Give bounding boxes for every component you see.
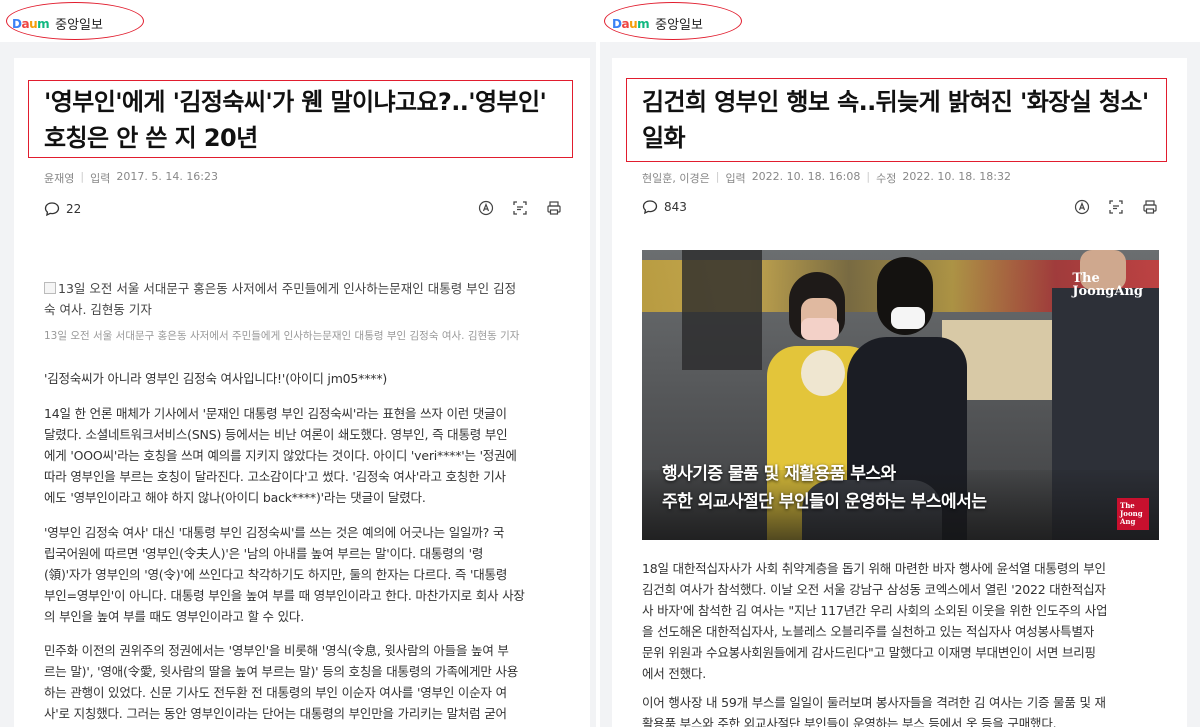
date: 2017. 5. 14. 16:23 xyxy=(116,170,219,183)
photo-overlay-text: 행사기증 물품 및 재활용품 부스와 주한 외교사절단 부인들이 운영하는 부스… xyxy=(662,460,987,516)
broken-image-alt: 13일 오전 서울 서대문구 홍은동 사저에서 주민들에게 인사하는문재인 대통… xyxy=(44,278,564,320)
comment-count: 843 xyxy=(664,200,687,214)
article-headline: 김건희 영부인 행보 속..뒤늦게 밝혀진 '화장실 청소' 일화 xyxy=(642,84,1172,156)
date: 2022. 10. 18. 16:08 xyxy=(751,170,861,183)
summary-icon[interactable] xyxy=(1108,199,1124,215)
paragraph-line: 르는 말)', '영애(令愛, 윗사람의 딸을 높여 부르는 말)' 등의 호칭… xyxy=(44,664,519,679)
headline-line: '영부인'에게 '김정숙씨'가 웬 말이냐고요?..'영부인' xyxy=(44,88,547,116)
paragraph-line: 14일 한 언론 매체가 기사에서 '문재인 대통령 부인 김정숙씨'라는 표현… xyxy=(44,406,507,421)
image-alt-line: 숙 여사. 김현동 기자 xyxy=(44,302,152,317)
article-paragraph-1: 18일 대한적십자사가 사회 취약계층을 돕기 위해 마련한 바자 행사에 윤석… xyxy=(642,558,1162,684)
author: 윤재영 xyxy=(44,172,75,185)
highlight-oval xyxy=(604,2,742,40)
translate-icon[interactable] xyxy=(478,200,494,216)
paragraph-line: 활용품 부스와 주한 외교사절단 부인들이 운영하는 부스 등에서 옷 등을 구… xyxy=(642,716,1057,727)
comment-button[interactable]: 843 xyxy=(642,199,687,215)
date-label: 입력 xyxy=(90,172,111,185)
paragraph-line: 사 바자'에 참석한 김 여사는 "지난 117년간 우리 사회의 소외된 이웃… xyxy=(642,603,1108,618)
paragraph-line: 문위 위원과 수요봉사회원들에게 감사드린다"고 말했다고 이재명 부대변인이 … xyxy=(642,645,1096,660)
modified-date: 2022. 10. 18. 18:32 xyxy=(902,170,1011,183)
paragraph-line: 부인=영부인'이 아니다. 대통령 부인을 높여 부를 때 영부인이라고 한다.… xyxy=(44,588,525,603)
paragraph-line: 사'로 지칭했다. 그러는 동안 영부인이라는 단어는 대통령의 부인만을 가리… xyxy=(44,706,507,721)
article-quote: '김정숙씨가 아니라 영부인 김정숙 여사입니다!'(아이디 jm05****) xyxy=(44,371,388,386)
overlay-line: 행사기증 물품 및 재활용품 부스와 xyxy=(662,464,896,484)
left-topbar: Daum 중앙일보 xyxy=(0,0,596,42)
article-paragraph-1: 14일 한 언론 매체가 기사에서 '문재인 대통령 부인 김정숙씨'라는 표현… xyxy=(44,403,564,508)
modified-label: 수정 xyxy=(876,172,897,185)
paragraph-line: 에도 '영부인이라고 해야 하지 않나(아이디 back****)'라는 댓글이… xyxy=(44,490,426,505)
headline-line: 김건희 영부인 행보 속..뒤늦게 밝혀진 '화장실 청소' xyxy=(642,88,1149,116)
paragraph-line: 에게 'OOO씨'라는 호칭을 쓰며 예의를 지키지 않았다는 것이다. 아이디… xyxy=(44,448,517,463)
meta-separator: | xyxy=(80,170,85,183)
authors: 현일훈, 이경은 xyxy=(642,172,710,185)
comment-icon xyxy=(44,202,60,217)
joongang-watermark: The JoongAng xyxy=(1072,271,1143,299)
comment-button[interactable]: 22 xyxy=(44,201,81,217)
image-caption: 13일 오전 서울 서대문구 홍은동 사저에서 주민들에게 인사하는문재인 대통… xyxy=(44,330,520,342)
article-meta: 현일훈, 이경은 | 입력 2022. 10. 18. 16:08 | 수정 2… xyxy=(642,170,1011,186)
photo-background-people xyxy=(682,250,762,370)
paragraph-line: 18일 대한적십자사가 사회 취약계층을 돕기 위해 마련한 바자 행사에 윤석… xyxy=(642,561,1106,576)
image-alt-line: 13일 오전 서울 서대문구 홍은동 사저에서 주민들에게 인사하는문재인 대통… xyxy=(58,281,517,296)
joongang-logo-badge: The Joong Ang xyxy=(1117,498,1149,530)
article-paragraph-3: 민주화 이전의 권위주의 정권에서는 '영부인'을 비롯해 '영식(令息, 윗사… xyxy=(44,640,564,724)
article-meta: 윤재영 | 입력 2017. 5. 14. 16:23 xyxy=(44,170,218,186)
paragraph-line: 이어 행사장 내 59개 부스를 일일이 둘러보며 봉사자들을 격려한 김 여사… xyxy=(642,695,1106,710)
paragraph-line: 김건희 여사가 참석했다. 이날 오전 서울 강남구 삼성동 코엑스에서 열린 … xyxy=(642,582,1106,597)
broken-image-icon xyxy=(44,282,56,294)
panel-divider xyxy=(596,0,600,727)
paragraph-line: '영부인 김정숙 여사' 대신 '대통령 부인 김정숙씨'를 쓰는 것은 예의에… xyxy=(44,525,505,540)
article-paragraph-2: 이어 행사장 내 59개 부스를 일일이 둘러보며 봉사자들을 격려한 김 여사… xyxy=(642,692,1162,727)
article-headline: '영부인'에게 '김정숙씨'가 웬 말이냐고요?..'영부인' 호칭은 안 쓴 … xyxy=(44,84,574,156)
highlight-oval xyxy=(6,2,144,40)
paragraph-line: 에서 전했다. xyxy=(642,666,707,681)
comment-count: 22 xyxy=(66,202,82,216)
article-tools xyxy=(1074,199,1158,215)
paragraph-line: (領)'자가 영부인의 '영(令)'에 쓰인다고 착각하기도 하지만, 둘의 한… xyxy=(44,567,508,582)
summary-icon[interactable] xyxy=(512,200,528,216)
paragraph-line: 의 부인을 높여 부를 때도 영부인이라고 할 수 있다. xyxy=(44,609,304,624)
print-icon[interactable] xyxy=(546,200,562,216)
comment-icon xyxy=(642,200,658,215)
paragraph-line: 을 선도해온 대한적십자사, 노블레스 오블리주를 실천하고 있는 적십자사 여… xyxy=(642,624,1095,639)
translate-icon[interactable] xyxy=(1074,199,1090,215)
headline-line: 일화 xyxy=(642,124,686,152)
meta-separator: | xyxy=(866,170,871,183)
article-photo[interactable]: The JoongAng 행사기증 물품 및 재활용품 부스와 주한 외교사절단… xyxy=(642,250,1159,540)
paragraph-line: 달렸다. 소셜네트워크서비스(SNS) 등에서는 비난 여론이 쇄도했다. 영부… xyxy=(44,427,508,442)
right-article: 김건희 영부인 행보 속..뒤늦게 밝혀진 '화장실 청소' 일화 현일훈, 이… xyxy=(612,58,1187,727)
article-tools xyxy=(478,200,562,216)
print-icon[interactable] xyxy=(1142,199,1158,215)
right-topbar: Daum 중앙일보 xyxy=(600,0,1200,42)
paragraph-line: 따라 영부인을 부르는 호칭이 달라진다. 고소감이다'고 썼다. '김정숙 여… xyxy=(44,469,506,484)
meta-separator: | xyxy=(715,170,720,183)
headline-line: 호칭은 안 쓴 지 20년 xyxy=(44,124,258,152)
date-label: 입력 xyxy=(725,172,746,185)
paragraph-line: 립국어원에 따르면 '영부인(令夫人)'은 '남의 아내를 높여 부르는 말'이… xyxy=(44,546,484,561)
overlay-line: 주한 외교사절단 부인들이 운영하는 부스에서는 xyxy=(662,492,987,512)
article-paragraph-2: '영부인 김정숙 여사' 대신 '대통령 부인 김정숙씨'를 쓰는 것은 예의에… xyxy=(44,522,564,627)
paragraph-line: 하는 관행이 있었다. 신문 기사도 전두환 전 대통령의 부인 이순자 여사를… xyxy=(44,685,507,700)
left-article: '영부인'에게 '김정숙씨'가 웬 말이냐고요?..'영부인' 호칭은 안 쓴 … xyxy=(14,58,590,727)
paragraph-line: 민주화 이전의 권위주의 정권에서는 '영부인'을 비롯해 '영식(令息, 윗사… xyxy=(44,643,509,658)
